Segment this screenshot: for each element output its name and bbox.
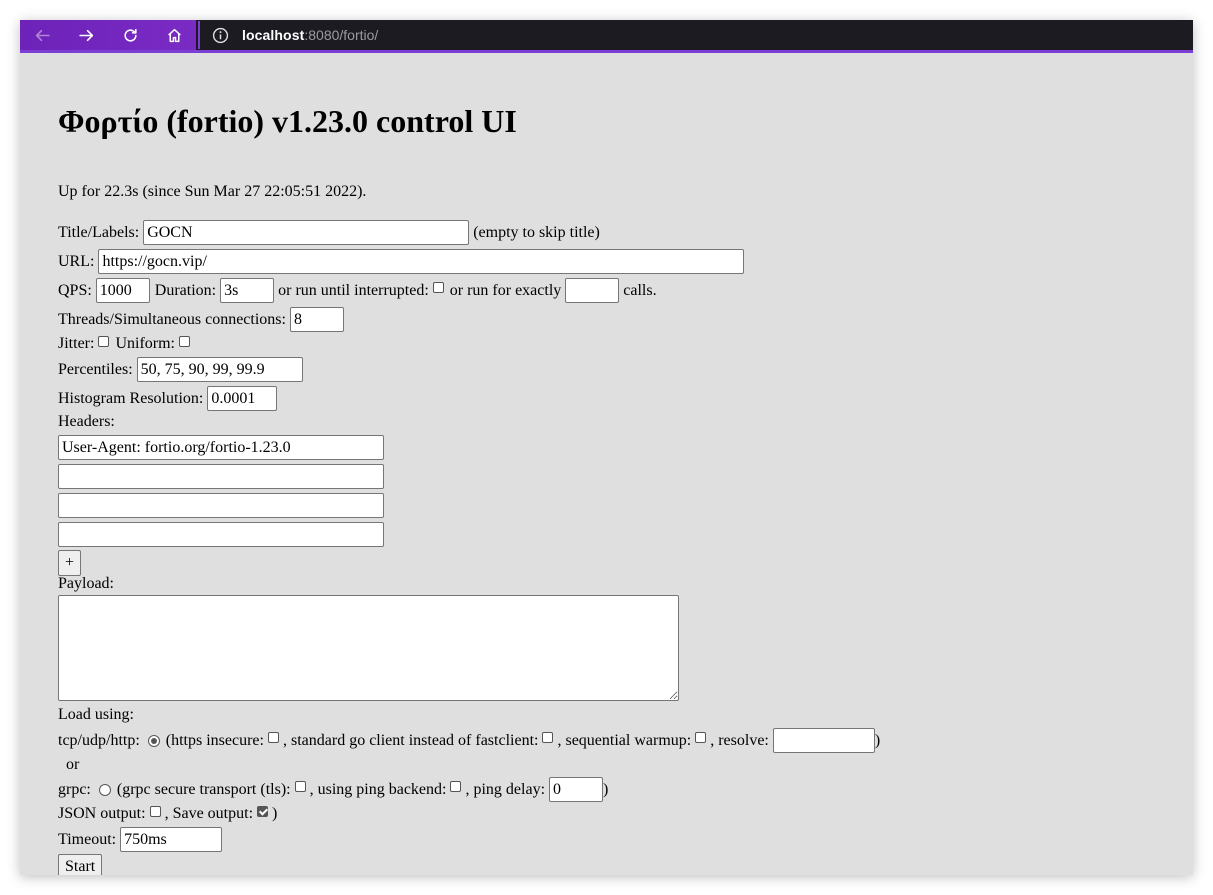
browser-window: localhost:8080/fortio/ Φορτίο (fortio) v…: [20, 20, 1193, 875]
ping-backend-checkbox[interactable]: [450, 781, 462, 792]
output-close-paren: ): [272, 805, 278, 822]
qps-row: QPS: Duration: or run until interrupted:…: [58, 278, 657, 303]
https-insecure-checkbox[interactable]: [267, 732, 279, 743]
address-bar[interactable]: localhost:8080/fortio/: [198, 21, 1193, 49]
nav-button-group: [20, 20, 196, 50]
load-using-row: Load using:: [58, 706, 134, 724]
grpc-options-row: grpc: (grpc secure transport (tls): , us…: [58, 777, 608, 802]
std-client-checkbox[interactable]: [542, 732, 554, 743]
save-output-label: , Save output:: [164, 805, 254, 822]
std-client-label: , standard go client instead of fastclie…: [282, 731, 539, 749]
headers-label: Headers:: [58, 413, 115, 430]
run-until-label: or run until interrupted:: [278, 281, 429, 299]
https-insecure-label: (https insecure:: [165, 731, 264, 749]
calls-input[interactable]: [565, 278, 620, 303]
resolve-label: , resolve:: [710, 731, 769, 749]
grpc-radio[interactable]: [98, 783, 111, 796]
url-input[interactable]: [98, 249, 745, 274]
title-row: Title/Labels: (empty to skip title): [58, 220, 600, 245]
ping-delay-label: , ping delay:: [465, 780, 546, 798]
qps-label: QPS:: [58, 281, 92, 299]
add-header-row: +: [58, 550, 82, 576]
start-button[interactable]: Start: [58, 854, 103, 875]
http-close-paren: ): [874, 731, 881, 749]
json-output-label: JSON output:: [58, 805, 146, 822]
histogram-input[interactable]: [207, 386, 278, 411]
duration-label: Duration:: [154, 281, 217, 299]
add-header-button[interactable]: +: [58, 550, 82, 576]
header-input-1[interactable]: [58, 435, 384, 460]
percentiles-input[interactable]: [136, 357, 303, 382]
or-label: or: [66, 756, 80, 773]
threads-label: Threads/Simultaneous connections:: [58, 310, 286, 328]
qps-input[interactable]: [95, 278, 150, 303]
histogram-row: Histogram Resolution:: [58, 386, 278, 411]
histogram-label: Histogram Resolution:: [58, 389, 204, 407]
percentiles-label: Percentiles:: [58, 360, 133, 378]
grpc-tls-label: (grpc secure transport (tls):: [116, 780, 291, 798]
duration-input[interactable]: [220, 278, 275, 303]
url-row: URL:: [58, 249, 745, 274]
percentiles-row: Percentiles:: [58, 357, 303, 382]
browser-toolbar: localhost:8080/fortio/: [20, 20, 1193, 53]
grpc-tls-checkbox[interactable]: [294, 781, 306, 792]
page-title: Φορτίο (fortio) v1.23.0 control UI: [58, 103, 517, 139]
url-path: :8080/fortio/: [304, 27, 379, 43]
payload-textarea[interactable]: [58, 595, 679, 701]
threads-input[interactable]: [289, 307, 344, 332]
resolve-input[interactable]: [772, 728, 875, 753]
title-label: Title/Labels:: [58, 223, 140, 241]
http-options-row: tcp/udp/http: (https insecure: , standar…: [58, 728, 880, 753]
payload-label-row: Payload:: [58, 575, 114, 593]
url-host: localhost: [242, 27, 305, 43]
ping-backend-label: , using ping backend:: [309, 780, 447, 798]
jitter-row: Jitter: Uniform:: [58, 335, 194, 353]
run-until-interrupted-checkbox[interactable]: [432, 282, 444, 293]
back-arrow-icon[interactable]: [20, 20, 64, 50]
jitter-checkbox[interactable]: [98, 335, 110, 347]
ping-delay-input[interactable]: [549, 777, 604, 802]
timeout-input[interactable]: [120, 827, 223, 852]
timeout-row: Timeout:: [58, 827, 223, 852]
headers-label-row: Headers:: [58, 413, 115, 431]
home-icon[interactable]: [152, 20, 196, 50]
title-input[interactable]: [143, 220, 470, 245]
threads-row: Threads/Simultaneous connections:: [58, 307, 344, 332]
http-label: tcp/udp/http:: [58, 731, 140, 749]
run-exactly-label: or run for exactly: [449, 281, 562, 299]
uniform-checkbox[interactable]: [178, 335, 190, 347]
save-output-checkbox[interactable]: [257, 805, 269, 817]
seq-warmup-label: , sequential warmup:: [557, 731, 692, 749]
forward-arrow-icon[interactable]: [64, 20, 108, 50]
timeout-label: Timeout:: [58, 830, 117, 848]
reload-icon[interactable]: [108, 20, 152, 50]
header-input-2[interactable]: [58, 464, 384, 489]
uptime-text: Up for 22.3s (since Sun Mar 27 22:05:51 …: [58, 183, 367, 200]
grpc-close-paren: ): [603, 780, 609, 798]
jitter-label: Jitter:: [58, 335, 95, 352]
http-radio[interactable]: [147, 734, 160, 747]
output-options-row: JSON output: , Save output: ): [58, 805, 277, 823]
info-icon[interactable]: [212, 27, 229, 44]
header-input-3[interactable]: [58, 493, 384, 518]
header-input-4[interactable]: [58, 522, 384, 547]
load-using-label: Load using:: [58, 706, 134, 723]
payload-label: Payload:: [58, 575, 114, 592]
grpc-label: grpc:: [58, 780, 91, 798]
or-row: or: [66, 756, 79, 774]
title-hint: (empty to skip title): [473, 223, 600, 241]
json-output-checkbox[interactable]: [149, 805, 161, 817]
seq-warmup-checkbox[interactable]: [695, 732, 707, 743]
url-label: URL:: [58, 252, 95, 270]
calls-label: calls.: [623, 281, 657, 299]
uniform-label: Uniform:: [115, 335, 175, 352]
start-row: Start: [58, 854, 103, 875]
